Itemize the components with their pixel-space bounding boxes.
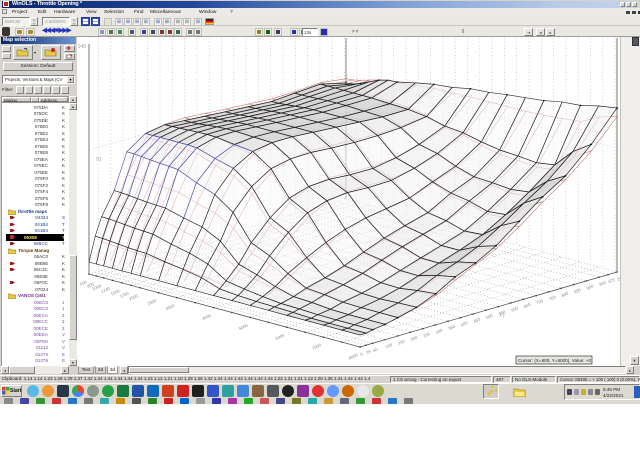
svg-text:Cursor: (X=600, Y=8000), Value: Cursor: (X=600, Y=8000), Value: +0	[518, 358, 591, 363]
svg-text:8000: 8000	[348, 352, 359, 361]
svg-text:100: 100	[385, 342, 394, 350]
svg-text:850: 850	[573, 287, 582, 295]
svg-text:250: 250	[422, 331, 431, 339]
svg-text:400: 400	[460, 320, 469, 328]
svg-text:300: 300	[435, 327, 444, 335]
svg-text:800: 800	[561, 291, 570, 299]
svg-text:6000: 6000	[275, 332, 286, 341]
svg-text:700: 700	[535, 298, 544, 306]
svg-text:200: 200	[410, 335, 419, 343]
svg-text:500: 500	[485, 313, 494, 321]
svg-text:975: 975	[607, 277, 616, 285]
svg-text:2000: 2000	[128, 293, 139, 302]
svg-text:3000: 3000	[165, 303, 176, 312]
svg-text:150: 150	[397, 338, 406, 346]
svg-text:600: 600	[510, 305, 519, 313]
svg-text:2500: 2500	[146, 298, 157, 307]
svg-text:350: 350	[447, 324, 456, 332]
svg-text:7000: 7000	[311, 342, 322, 351]
svg-text:70: 70	[95, 157, 101, 163]
svg-text:140: 140	[78, 44, 87, 50]
svg-text:750: 750	[548, 294, 557, 302]
svg-text:450: 450	[473, 316, 482, 324]
svg-text:(-): (-)	[500, 312, 505, 317]
svg-text:0: 0	[359, 351, 364, 357]
svg-text:950: 950	[598, 279, 607, 287]
svg-text:900: 900	[586, 283, 595, 291]
svg-text:4000: 4000	[201, 313, 212, 322]
svg-text:5000: 5000	[238, 322, 249, 331]
svg-text:650: 650	[523, 302, 532, 310]
svg-text:50: 50	[372, 346, 379, 353]
